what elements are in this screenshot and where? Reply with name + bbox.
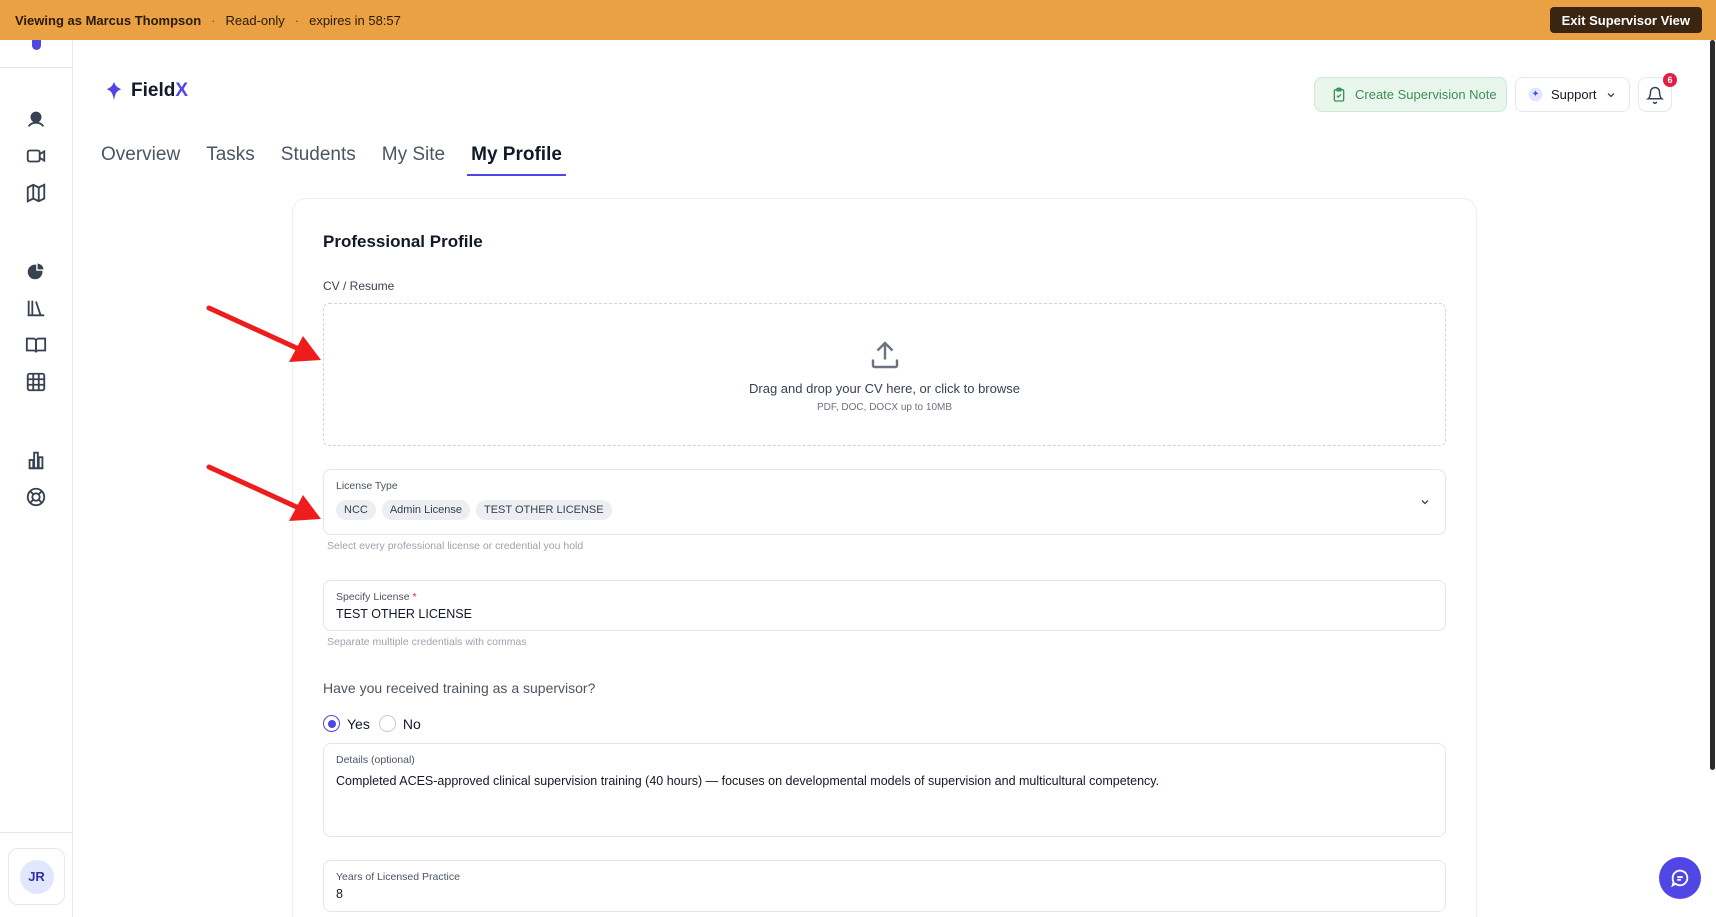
tab-my-profile[interactable]: My Profile [467,144,566,176]
user-menu[interactable]: JR [8,848,65,905]
radio-yes-label[interactable]: Yes [347,716,370,732]
license-type-select[interactable]: License Type NCC Admin License TEST OTHE… [323,469,1446,535]
student-icon[interactable] [24,107,48,131]
license-chip[interactable]: TEST OTHER LICENSE [476,500,612,520]
chart-pie-icon[interactable] [24,259,48,283]
tab-overview[interactable]: Overview [101,144,180,176]
radio-no-label[interactable]: No [403,716,421,732]
years-practice-field[interactable]: Years of Licensed Practice 8 [323,860,1446,912]
scrollbar[interactable] [1710,40,1715,770]
bar-chart-icon[interactable] [24,448,48,472]
exit-supervisor-view-button[interactable]: Exit Supervisor View [1549,7,1702,33]
support-label: Support [1551,87,1597,102]
license-type-help: Select every professional license or cre… [327,540,584,552]
radio-no[interactable] [378,715,396,732]
specify-license-field[interactable]: Specify License * TEST OTHER LICENSE [323,580,1446,631]
support-dropdown[interactable]: Support [1515,77,1630,112]
sidebar-logo [32,40,41,50]
specify-license-label: Specify License * [336,591,417,603]
license-chips: NCC Admin License TEST OTHER LICENSE [336,500,612,520]
tab-tasks[interactable]: Tasks [206,144,255,176]
annotation-arrow [206,464,321,521]
cv-label: CV / Resume [323,279,395,293]
read-only-text: Read-only [225,12,285,28]
separator-dot: · [211,12,216,28]
training-details-textarea[interactable]: Details (optional) Completed ACES-approv… [323,743,1446,837]
details-value: Completed ACES-approved clinical supervi… [336,774,1160,788]
years-value: 8 [336,887,343,901]
grid-icon[interactable] [24,370,48,394]
notification-badge: 6 [1663,73,1677,87]
years-label: Years of Licensed Practice [336,871,460,883]
sidebar: JR [0,40,73,917]
chat-widget-button[interactable] [1659,857,1701,899]
chevron-down-icon [1421,500,1429,505]
details-label: Details (optional) [336,754,415,766]
brand-name: FieldX [131,80,189,101]
bell-icon [1646,86,1664,104]
upload-icon [871,340,898,368]
supervisor-view-banner: Viewing as Marcus Thompson · Read-only ·… [0,0,1716,40]
tab-students[interactable]: Students [281,144,356,176]
clipboard-check-icon [1333,87,1345,102]
library-icon[interactable] [24,296,48,320]
specify-license-help: Separate multiple credentials with comma… [327,636,527,648]
create-note-label: Create Supervision Note [1355,87,1497,102]
separator-dot: · [294,12,300,28]
map-icon[interactable] [24,181,48,205]
license-type-label: License Type [336,480,398,492]
cv-dropzone[interactable]: Drag and drop your CV here, or click to … [323,303,1446,446]
chat-icon [1671,869,1689,888]
main-tabs: Overview Tasks Students My Site My Profi… [101,144,588,176]
training-question: Have you received training as a supervis… [323,680,596,696]
brand-logo[interactable]: FieldX [103,80,188,102]
sparkle-icon [1528,87,1543,102]
create-supervision-note-button[interactable]: Create Supervision Note [1314,77,1507,112]
dropzone-hint: PDF, DOC, DOCX up to 10MB [816,401,953,413]
license-chip[interactable]: Admin License [381,500,470,520]
radio-yes[interactable] [323,715,340,732]
fieldx-logo-icon [106,81,122,101]
sidebar-divider [0,67,73,68]
book-icon[interactable] [24,333,48,357]
annotation-arrow [206,305,321,362]
tab-my-site[interactable]: My Site [382,144,445,176]
specify-license-value: TEST OTHER LICENSE [336,607,472,621]
avatar: JR [19,859,54,894]
training-radio-group: Yes No [323,715,430,732]
chevron-down-icon [1607,92,1614,97]
section-title: Professional Profile [323,232,483,251]
video-icon[interactable] [24,144,48,168]
viewing-as-text: Viewing as Marcus Thompson [15,12,202,28]
license-chip[interactable]: NCC [336,500,376,520]
sidebar-bottom-divider [0,832,73,833]
lifebuoy-icon[interactable] [24,485,48,509]
dropzone-text: Drag and drop your CV here, or click to … [749,380,1020,396]
expiry-text: expires in 58:57 [309,12,401,28]
